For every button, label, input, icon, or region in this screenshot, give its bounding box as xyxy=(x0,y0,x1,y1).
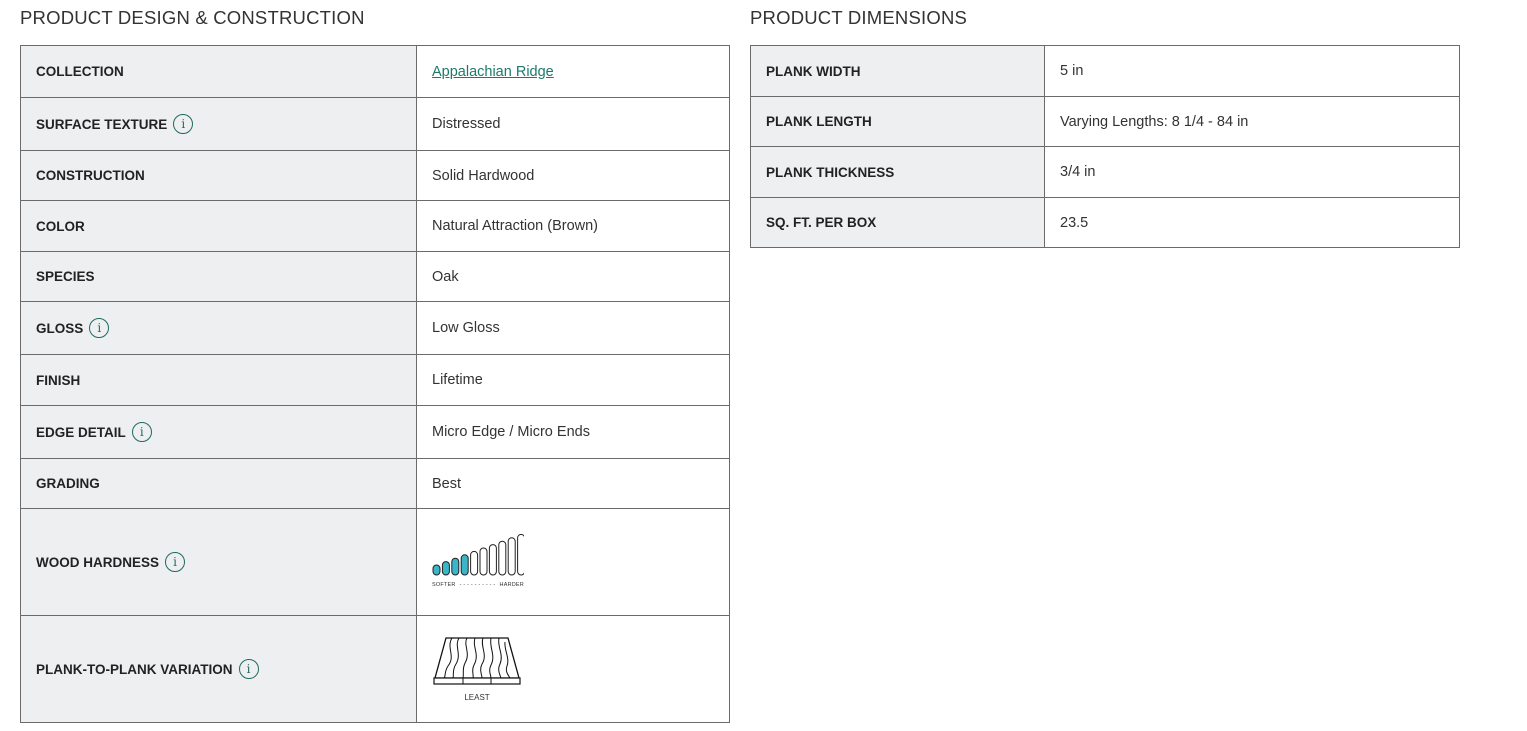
collection-label: COLLECTION xyxy=(20,45,417,98)
hardness-bar xyxy=(432,564,441,576)
table-row: COLLECTION Appalachian Ridge xyxy=(20,45,730,98)
table-row: EDGE DETAIL i Micro Edge / Micro Ends xyxy=(20,405,730,459)
hardness-bar xyxy=(460,554,469,576)
table-row: WOOD HARDNESS i SOFTER - - - - - - - - - … xyxy=(20,508,730,616)
construction-label: CONSTRUCTION xyxy=(20,150,417,201)
surface-texture-value: Distressed xyxy=(416,97,730,151)
surface-texture-label: SURFACE TEXTURE xyxy=(36,116,168,132)
edge-detail-label: EDGE DETAIL xyxy=(36,424,126,440)
grading-value: Best xyxy=(416,458,730,509)
table-row: SPECIES Oak xyxy=(20,251,730,302)
softer-label: SOFTER xyxy=(432,582,456,588)
collection-link[interactable]: Appalachian Ridge xyxy=(432,64,554,80)
hardness-bar xyxy=(517,533,526,576)
edge-detail-value: Micro Edge / Micro Ends xyxy=(416,405,730,459)
plank-thickness-label: PLANK THICKNESS xyxy=(750,146,1045,198)
color-value: Natural Attraction (Brown) xyxy=(416,200,730,252)
hardness-bar xyxy=(488,544,497,576)
hardness-scale-icon xyxy=(432,533,526,576)
table-row: FINISH Lifetime xyxy=(20,354,730,406)
table-row: GLOSS i Low Gloss xyxy=(20,301,730,355)
table-row: CONSTRUCTION Solid Hardwood xyxy=(20,150,730,201)
sqft-per-box-label: SQ. FT. PER BOX xyxy=(750,197,1045,248)
hardness-bar xyxy=(441,561,450,576)
table-row: GRADING Best xyxy=(20,458,730,509)
scale-dashes: - - - - - - - - - - xyxy=(459,582,496,588)
gloss-value: Low Gloss xyxy=(416,301,730,355)
table-row: SURFACE TEXTURE i Distressed xyxy=(20,97,730,151)
table-row: COLOR Natural Attraction (Brown) xyxy=(20,200,730,252)
plank-length-value: Varying Lengths: 8 1/4 - 84 in xyxy=(1044,96,1460,147)
finish-label: FINISH xyxy=(20,354,417,406)
finish-value: Lifetime xyxy=(416,354,730,406)
plank-width-label: PLANK WIDTH xyxy=(750,45,1045,97)
gloss-label: GLOSS xyxy=(36,320,84,336)
hardness-bar xyxy=(451,557,460,576)
table-row: SQ. FT. PER BOX 23.5 xyxy=(750,197,1460,248)
variation-caption: LEAST xyxy=(464,693,490,702)
plank-variation-graphic: LEAST xyxy=(432,636,714,702)
table-row: PLANK-TO-PLANK VARIATION i LEAST xyxy=(20,615,730,723)
wood-hardness-graphic: SOFTER - - - - - - - - - - HARDER xyxy=(432,533,526,588)
plank-variation-label: PLANK-TO-PLANK VARIATION xyxy=(36,661,233,677)
info-icon[interactable]: i xyxy=(238,659,259,679)
wood-grain-plank-icon xyxy=(433,637,521,685)
design-construction-title: PRODUCT DESIGN & CONSTRUCTION xyxy=(20,7,365,28)
table-row: PLANK WIDTH 5 in xyxy=(750,45,1460,97)
dimensions-table: PLANK WIDTH 5 in PLANK LENGTH Varying Le… xyxy=(750,45,1460,248)
hardness-bar xyxy=(507,537,516,576)
sqft-per-box-value: 23.5 xyxy=(1044,197,1460,248)
plank-length-label: PLANK LENGTH xyxy=(750,96,1045,147)
info-icon[interactable]: i xyxy=(89,318,110,338)
dimensions-title: PRODUCT DIMENSIONS xyxy=(750,7,968,28)
construction-value: Solid Hardwood xyxy=(416,150,730,201)
hardness-bar xyxy=(470,550,479,576)
species-value: Oak xyxy=(416,251,730,302)
table-row: PLANK THICKNESS 3/4 in xyxy=(750,146,1460,198)
table-row: PLANK LENGTH Varying Lengths: 8 1/4 - 84… xyxy=(750,96,1460,147)
plank-thickness-value: 3/4 in xyxy=(1044,146,1460,198)
color-label: COLOR xyxy=(20,200,417,252)
plank-width-value: 5 in xyxy=(1044,45,1460,97)
wood-hardness-label: WOOD HARDNESS xyxy=(36,554,160,570)
info-icon[interactable]: i xyxy=(165,552,186,572)
design-construction-table: COLLECTION Appalachian Ridge SURFACE TEX… xyxy=(20,45,730,723)
hardness-bar xyxy=(498,540,507,576)
harder-label: HARDER xyxy=(499,582,524,588)
grading-label: GRADING xyxy=(20,458,417,509)
info-icon[interactable]: i xyxy=(131,422,152,442)
hardness-bar xyxy=(479,547,488,576)
info-icon[interactable]: i xyxy=(173,114,194,134)
species-label: SPECIES xyxy=(20,251,417,302)
